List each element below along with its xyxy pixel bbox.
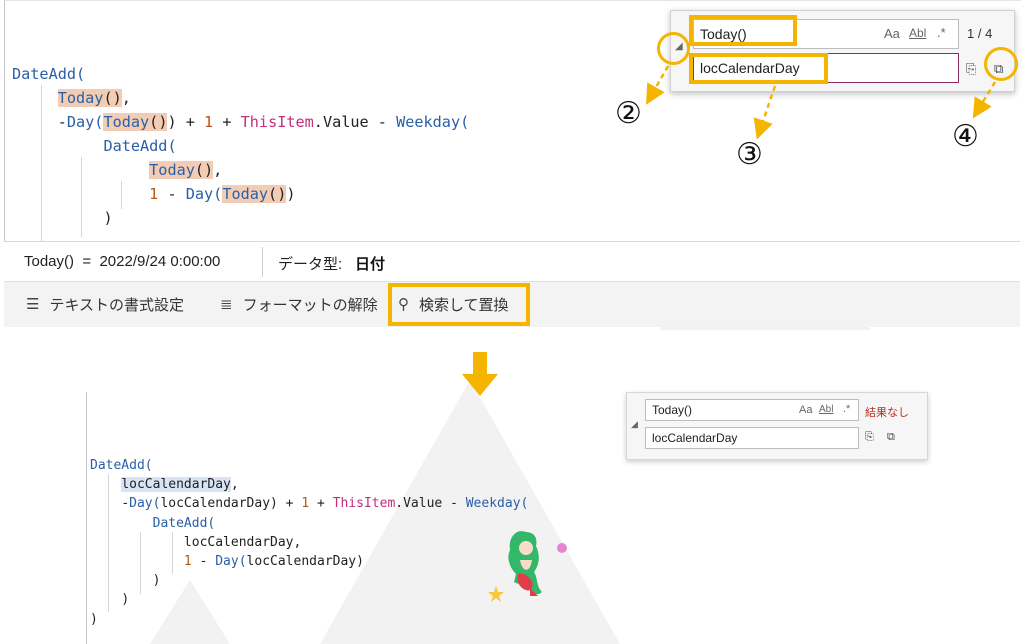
formula-code-after[interactable]: DateAdd( locCalendarDay, -Day(locCalenda… (90, 456, 528, 629)
formula-editor-after-left-border (86, 392, 87, 644)
format-text-label: テキストの書式設定 (49, 296, 185, 314)
code-token: ) + (270, 496, 302, 512)
datatype-label: データ型: (278, 256, 347, 273)
code-line[interactable]: DateAdd( (90, 456, 528, 475)
status-divider (262, 247, 263, 277)
code-line[interactable]: ) (90, 571, 528, 590)
code-token: DateAdd( (90, 458, 153, 473)
code-token: .Value - (395, 496, 466, 512)
code-line[interactable]: DateAdd( (90, 514, 528, 533)
replace-input-after[interactable]: locCalendarDay (645, 427, 859, 449)
code-token: ThisItem (332, 496, 396, 512)
expression-result: Today() = 2022/9/24 0:00:00 (24, 253, 221, 270)
code-token: Weekday( (465, 496, 529, 512)
code-token: Day( (215, 554, 247, 570)
annotation-two: ② (615, 96, 642, 131)
down-arrow-icon (462, 352, 498, 396)
code-token: - (191, 554, 216, 570)
remove-format-label: フォーマットの解除 (242, 296, 378, 314)
code-token: ) (121, 592, 130, 608)
remove-format-button[interactable]: ≣ フォーマットの解除 (220, 290, 378, 318)
find-replace-widget-after: ◢ Today() Aa Abl .* 結果なし locCalendarDay … (626, 392, 928, 460)
highlight-find-replace-button (388, 283, 530, 326)
code-line[interactable]: -Day(locCalendarDay) + 1 + ThisItem.Valu… (90, 494, 528, 513)
format-text-icon: ☰ (26, 296, 40, 313)
code-token: , (230, 477, 239, 493)
code-token: - (121, 496, 130, 512)
code-token: + (309, 496, 333, 512)
replace-all-icon[interactable]: ⧉ (887, 431, 895, 444)
code-token: , (293, 534, 302, 550)
annotation-four: ④ (952, 119, 979, 154)
code-line[interactable]: ) (90, 590, 528, 609)
code-token: 1 (301, 496, 310, 512)
match-case-icon[interactable]: Aa (799, 404, 812, 416)
code-token: locCalendarDay (121, 477, 231, 493)
code-token: locCalendarDay (183, 534, 294, 550)
code-token: Day( (129, 496, 161, 512)
code-token: ) (90, 611, 98, 627)
whole-word-icon[interactable]: Abl (819, 404, 833, 415)
replace-one-icon[interactable]: ⎘ (865, 431, 874, 444)
code-token: DateAdd( (152, 515, 216, 531)
code-line[interactable]: locCalendarDay, (90, 475, 528, 494)
code-token: 1 (183, 554, 192, 570)
code-line[interactable]: 1 - Day(locCalendarDay) (90, 552, 528, 571)
no-results-text: 結果なし (865, 407, 909, 419)
code-line[interactable]: locCalendarDay, (90, 533, 528, 552)
regex-icon[interactable]: .* (843, 403, 850, 415)
code-token: locCalendarDay (246, 554, 357, 570)
format-text-button[interactable]: ☰ テキストの書式設定 (26, 290, 184, 318)
code-token: locCalendarDay (160, 496, 271, 512)
toggle-replace-icon[interactable]: ◢ (631, 419, 638, 430)
datatype-value: 日付 (355, 256, 386, 273)
code-token: ) (152, 573, 161, 589)
status-bar: Today() = 2022/9/24 0:00:00 データ型: 日付 (4, 241, 1020, 282)
annotation-three: ③ (736, 137, 763, 172)
mermaid-illustration (488, 531, 567, 602)
remove-format-icon: ≣ (220, 296, 233, 313)
code-line[interactable]: ) (90, 610, 528, 629)
code-token: ) (356, 554, 364, 570)
